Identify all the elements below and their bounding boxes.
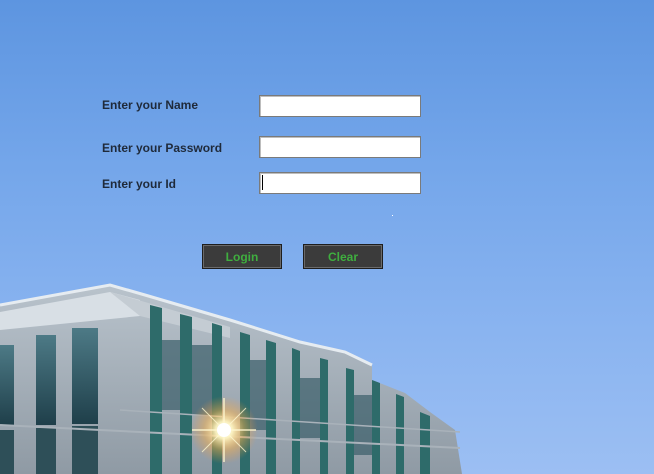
password-input[interactable] — [259, 136, 421, 158]
password-label: Enter your Password — [102, 141, 223, 155]
id-input[interactable] — [259, 172, 421, 194]
text-caret — [262, 175, 263, 190]
clear-button[interactable]: Clear — [303, 244, 383, 269]
id-label: Enter your Id — [102, 177, 177, 191]
login-form: Enter your Name Enter your Password Ente… — [0, 0, 654, 474]
name-label: Enter your Name — [102, 98, 199, 112]
login-button[interactable]: Login — [202, 244, 282, 269]
stray-dot — [392, 215, 393, 216]
name-input[interactable] — [259, 95, 421, 117]
